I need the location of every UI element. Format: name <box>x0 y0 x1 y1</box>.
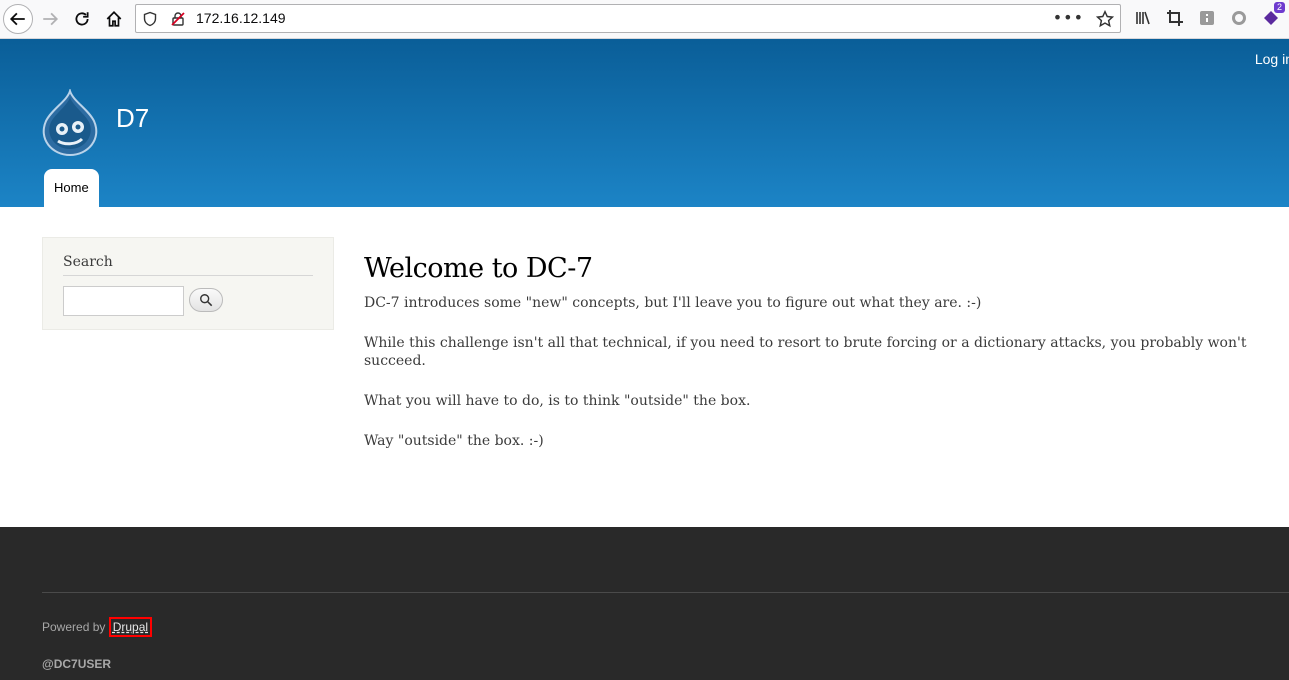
library-icon[interactable] <box>1133 8 1153 28</box>
arrow-right-icon <box>43 12 59 26</box>
content-paragraph: What you will have to do, is to think "o… <box>364 393 751 409</box>
crop-screenshot-icon[interactable] <box>1165 8 1185 28</box>
content-paragraph: Way "outside" the box. :-) <box>364 433 544 449</box>
powered-by-text: Powered by Drupal <box>42 617 153 637</box>
content-paragraph: DC-7 introduces some "new" concepts, but… <box>364 295 982 311</box>
site-footer: Powered by Drupal @DC7USER <box>0 527 1289 680</box>
extension-gray-icon[interactable] <box>1197 8 1217 28</box>
reload-button[interactable] <box>67 4 97 34</box>
search-input[interactable] <box>63 286 184 316</box>
home-button[interactable] <box>99 4 129 34</box>
shield-icon[interactable] <box>142 11 158 27</box>
extension-circle-icon[interactable] <box>1229 8 1249 28</box>
drupal-logo-icon[interactable] <box>40 89 100 157</box>
page-actions-menu[interactable]: ••• <box>1053 8 1084 27</box>
browser-toolbar: 172.16.12.149 ••• 2 <box>0 0 1289 39</box>
site-header: Log in D7 Home <box>0 39 1289 207</box>
arrow-left-icon <box>9 12 25 26</box>
page-title: Welcome to DC-7 <box>364 253 593 284</box>
forward-button[interactable] <box>35 4 65 34</box>
insecure-lock-icon[interactable] <box>170 11 186 27</box>
extension-purple-icon[interactable]: 2 <box>1261 2 1285 28</box>
extension-badge: 2 <box>1273 2 1285 13</box>
address-bar[interactable]: 172.16.12.149 ••• <box>135 4 1121 33</box>
main-menu: Home <box>44 169 99 207</box>
powered-by-label: Powered by <box>42 620 106 634</box>
site-name[interactable]: D7 <box>116 103 149 134</box>
url-text[interactable]: 172.16.12.149 <box>196 10 286 26</box>
home-icon <box>106 11 122 27</box>
footer-user-handle: @DC7USER <box>42 657 112 671</box>
menu-tab-home[interactable]: Home <box>44 169 99 207</box>
search-block-title: Search <box>63 254 313 276</box>
search-icon <box>200 294 213 307</box>
footer-divider <box>42 592 1289 593</box>
reload-icon <box>75 12 89 26</box>
drupal-link[interactable]: Drupal <box>108 617 153 637</box>
content-paragraph: While this challenge isn't all that tech… <box>364 335 1247 369</box>
bookmark-star-icon[interactable] <box>1096 10 1114 28</box>
search-button[interactable] <box>189 288 223 312</box>
main-content: Welcome to DC-7 DC-7 introduces some "ne… <box>364 250 1274 472</box>
back-button[interactable] <box>3 4 33 34</box>
search-block: Search <box>42 237 334 330</box>
login-link[interactable]: Log in <box>1255 51 1289 67</box>
